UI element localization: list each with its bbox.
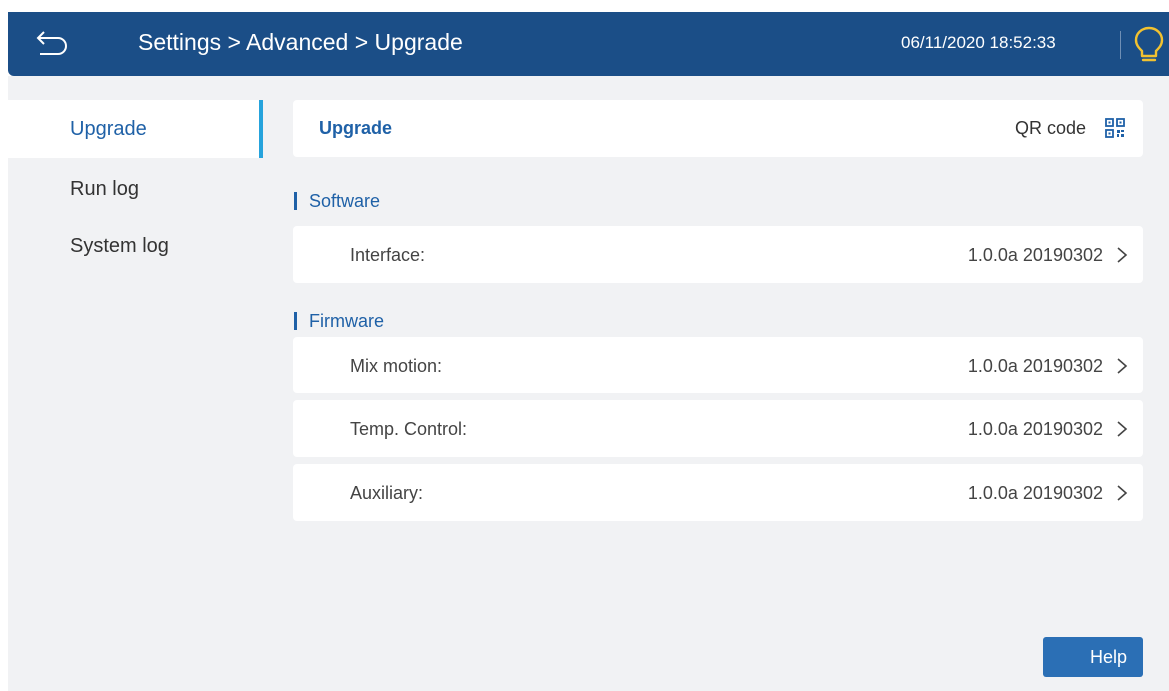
chevron-right-icon [1117,358,1128,374]
row-value: 1.0.0a 20190302 [967,483,1103,503]
sidebar-item-label: Upgrade [70,118,147,140]
sidebar-item-run-log[interactable]: Run log [8,160,263,218]
section-software: Software [294,192,380,210]
back-arrow-icon [36,31,67,55]
card-title: Upgrade [319,118,393,138]
row-label: Interface: [350,245,426,265]
sidebar: Upgrade Run log System log [8,76,263,691]
qr-code-icon[interactable] [1104,117,1126,139]
row-value: 1.0.0a 20190302 [967,356,1103,376]
header-divider [1120,31,1121,59]
row-label: Auxiliary: [350,483,424,503]
breadcrumb: Settings > Advanced > Upgrade [138,29,463,55]
sidebar-item-upgrade[interactable]: Upgrade [8,100,263,158]
chevron-right-icon [1117,421,1128,437]
upgrade-card: Upgrade QR code [293,100,1143,157]
row-value: 1.0.0a 20190302 [967,419,1103,439]
sidebar-item-label: System log [70,235,169,257]
back-button[interactable] [34,28,70,58]
auxiliary-row[interactable]: Auxiliary: 1.0.0a 20190302 [293,464,1143,521]
section-firmware: Firmware [294,312,384,330]
interface-row[interactable]: Interface: 1.0.0a 20190302 [293,226,1143,283]
sidebar-item-system-log[interactable]: System log [8,217,263,275]
mix-motion-row[interactable]: Mix motion: 1.0.0a 20190302 [293,337,1143,393]
chevron-right-icon [1117,247,1128,263]
temp-control-row[interactable]: Temp. Control: 1.0.0a 20190302 [293,400,1143,457]
help-button[interactable]: Help [1043,637,1143,677]
row-label: Mix motion: [350,356,443,376]
lightbulb-icon [1134,26,1164,62]
datetime: 06/11/2020 18:52:33 [901,33,1056,52]
top-bar: Settings > Advanced > Upgrade 06/11/2020… [8,12,1169,76]
row-value: 1.0.0a 20190302 [967,245,1103,265]
lightbulb-button[interactable] [1132,25,1166,63]
row-label: Temp. Control: [350,419,468,439]
sidebar-item-label: Run log [70,178,139,200]
main-panel: Upgrade QR code Software Interface: 1.0.… [263,76,1169,691]
qr-code-label[interactable]: QR code [1015,118,1086,139]
chevron-right-icon [1117,485,1128,501]
